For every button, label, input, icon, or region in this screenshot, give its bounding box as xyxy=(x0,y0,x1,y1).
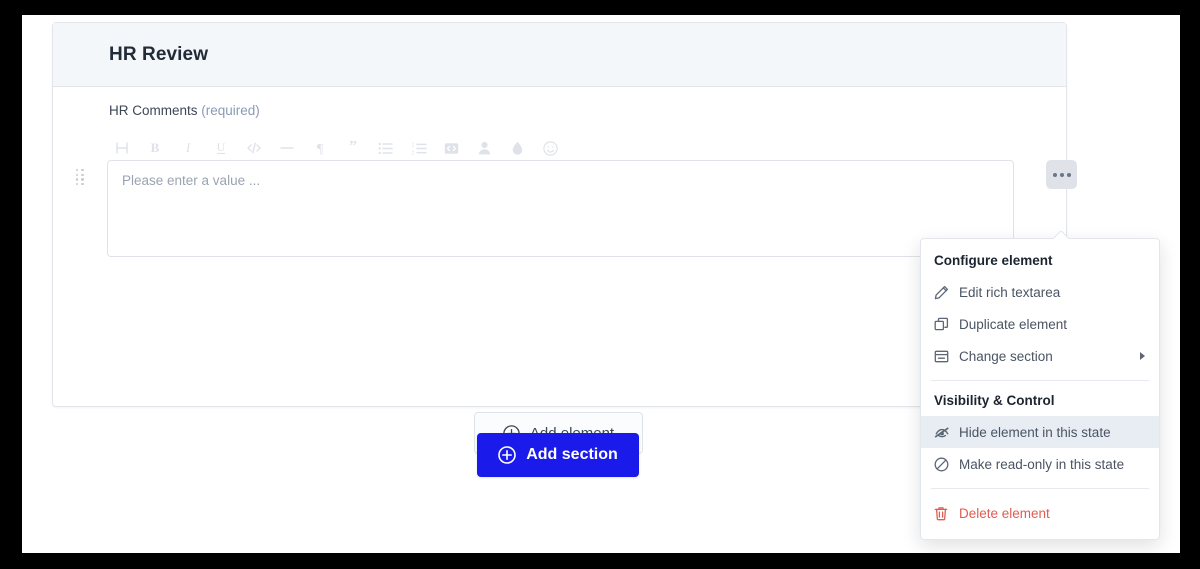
field-label-text: HR Comments xyxy=(109,103,198,118)
rich-textarea-wrapper xyxy=(107,160,1014,257)
underline-icon[interactable]: U xyxy=(204,133,237,163)
paragraph-icon[interactable]: ¶ xyxy=(303,133,336,163)
heading-icon[interactable] xyxy=(105,133,138,163)
menu-divider xyxy=(931,380,1149,381)
svg-text:2: 2 xyxy=(411,150,414,155)
context-menu-group-title: Configure element xyxy=(934,253,1053,268)
drag-dot xyxy=(76,173,79,176)
menu-item-hide-element[interactable]: Hide element in this state xyxy=(921,416,1159,448)
duplicate-icon xyxy=(934,317,956,332)
bullet-list-icon[interactable] xyxy=(369,133,402,163)
add-section-button[interactable]: Add section xyxy=(477,433,639,477)
emoji-icon[interactable] xyxy=(534,133,567,163)
drag-dot xyxy=(81,178,84,181)
svg-text:”: ” xyxy=(349,141,357,155)
section-header: HR Review xyxy=(53,23,1066,87)
user-mention-icon[interactable] xyxy=(468,133,501,163)
ellipsis-dot xyxy=(1052,172,1057,177)
menu-item-change-section[interactable]: Change section xyxy=(921,340,1159,372)
trash-icon xyxy=(934,506,956,521)
menu-item-label: Change section xyxy=(959,348,1053,364)
numbered-list-icon[interactable]: 1 2 xyxy=(402,133,435,163)
chevron-right-icon xyxy=(1140,352,1145,360)
field-required-flag: (required) xyxy=(201,103,260,118)
section-icon xyxy=(934,349,956,364)
section-body: HR Comments (required) B I U ¶ ” 1 2 Ple… xyxy=(53,87,1077,454)
menu-item-label: Edit rich textarea xyxy=(959,284,1061,300)
element-more-options-button[interactable] xyxy=(1046,160,1077,189)
embed-code-icon[interactable] xyxy=(435,133,468,163)
blockquote-icon[interactable]: ” xyxy=(336,133,369,163)
context-menu-group-title: Visibility & Control xyxy=(934,393,1055,408)
ellipsis-dot xyxy=(1066,172,1071,177)
menu-divider xyxy=(931,488,1149,489)
screen-frame: HR Review HR Comments (required) B I U ¶… xyxy=(0,0,1200,569)
context-menu-caret xyxy=(1053,231,1069,239)
drag-dot xyxy=(76,182,79,186)
section-card: HR Review HR Comments (required) B I U ¶… xyxy=(52,22,1077,454)
rich-textarea-input[interactable] xyxy=(107,160,1014,257)
svg-text:B: B xyxy=(150,141,159,155)
svg-text:U: U xyxy=(216,141,225,154)
svg-text:I: I xyxy=(184,141,190,155)
add-section-label: Add section xyxy=(526,446,618,463)
color-droplet-icon[interactable] xyxy=(501,133,534,163)
eye-off-icon xyxy=(934,425,956,439)
field-label: HR Comments (required) xyxy=(109,103,260,118)
page-canvas: HR Review HR Comments (required) B I U ¶… xyxy=(22,15,1180,553)
menu-item-edit-rich-textarea[interactable]: Edit rich textarea xyxy=(921,276,1159,308)
menu-item-duplicate-element[interactable]: Duplicate element xyxy=(921,308,1159,340)
no-entry-icon xyxy=(934,457,956,472)
drag-dot xyxy=(81,173,84,176)
menu-item-label: Delete element xyxy=(959,505,1050,521)
menu-item-delete-element[interactable]: Delete element xyxy=(921,497,1159,529)
rich-text-toolbar: B I U ¶ ” 1 2 xyxy=(105,133,567,163)
svg-text:¶: ¶ xyxy=(316,142,323,155)
italic-icon[interactable]: I xyxy=(171,133,204,163)
drag-dot xyxy=(76,178,79,181)
menu-item-label: Make read-only in this state xyxy=(959,456,1125,472)
svg-text:1: 1 xyxy=(411,142,414,148)
menu-item-label: Duplicate element xyxy=(959,316,1068,332)
pencil-icon xyxy=(934,285,956,300)
section-title: HR Review xyxy=(109,43,209,65)
ellipsis-dot xyxy=(1059,172,1064,177)
bold-icon[interactable]: B xyxy=(138,133,171,163)
menu-item-label: Hide element in this state xyxy=(959,424,1111,440)
plus-circle-icon xyxy=(498,446,517,464)
code-icon[interactable] xyxy=(237,133,270,163)
drag-handle[interactable] xyxy=(76,169,86,186)
drag-dot xyxy=(81,169,84,172)
element-context-menu: Configure element Edit rich textarea Dup… xyxy=(920,238,1160,540)
drag-dot xyxy=(76,169,79,172)
horizontal-rule-icon[interactable] xyxy=(270,133,303,163)
menu-item-make-read-only[interactable]: Make read-only in this state xyxy=(921,448,1159,480)
drag-dot xyxy=(81,182,84,186)
